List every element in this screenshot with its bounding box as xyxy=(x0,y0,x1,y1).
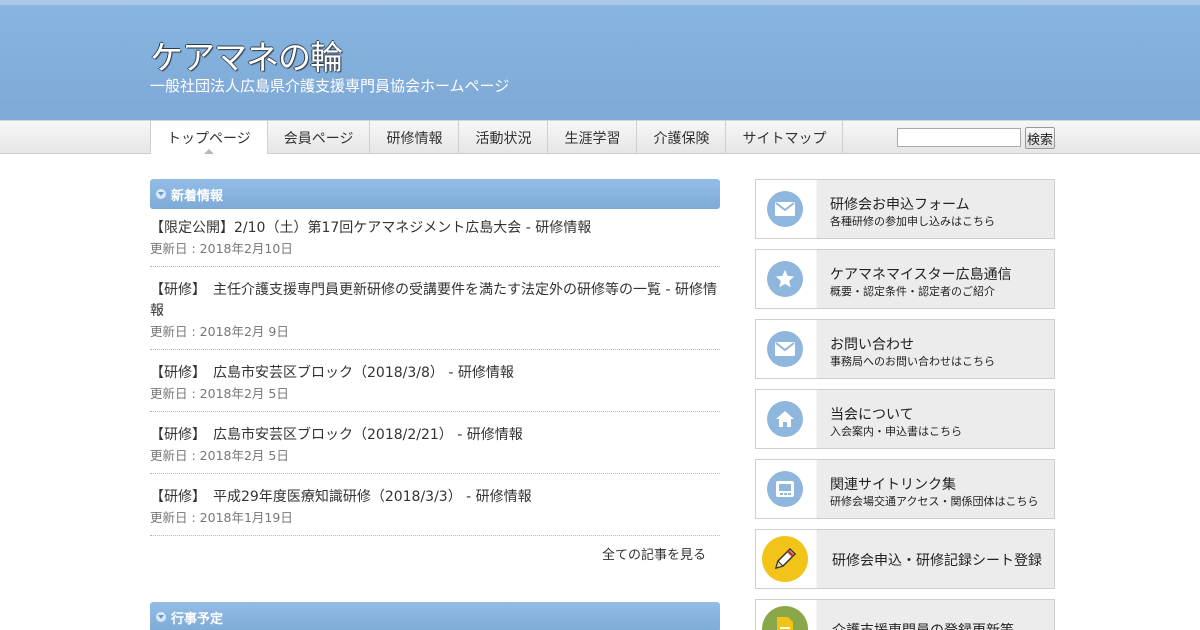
nav-item-top[interactable]: トップページ xyxy=(150,121,268,154)
pencil-icon xyxy=(762,536,808,582)
banner-title: ケアマネマイスター広島通信 xyxy=(830,267,1012,283)
news-item-link[interactable]: 【研修】 主任介護支援専門員更新研修の受講要件を満たす法定外の研修等の一覧 - … xyxy=(150,280,720,322)
site-title[interactable]: ケアマネの輪 xyxy=(150,31,343,79)
banner-caremane-meister[interactable]: ケアマネマイスター広島通信 概要・認定条件・認定者のご紹介 xyxy=(755,249,1055,309)
banner-desc: 入会案内・申込書はこちら xyxy=(830,425,962,438)
nav-item-sitemap[interactable]: サイトマップ xyxy=(726,121,844,154)
nav-item-training[interactable]: 研修情報 xyxy=(370,121,460,154)
banner-title: お問い合わせ xyxy=(830,337,914,353)
site-subtitle: 一般社団法人広島県介護支援専門員協会ホームページ xyxy=(150,77,510,95)
news-item: 【研修】 主任介護支援専門員更新研修の受講要件を満たす法定外の研修等の一覧 - … xyxy=(150,276,720,350)
envelope-icon xyxy=(767,191,803,227)
nav-item-care-insurance[interactable]: 介護保険 xyxy=(637,121,727,154)
banner-contact[interactable]: お問い合わせ 事務局へのお問い合わせはこちら xyxy=(755,319,1055,379)
news-item-link[interactable]: 【研修】 広島市安芸区ブロック（2018/3/8） - 研修情報 xyxy=(150,363,720,384)
global-nav: トップページ 会員ページ 研修情報 活動状況 生涯学習 介護保険 サイトマップ … xyxy=(0,120,1200,154)
events-heading: 行事予定 xyxy=(171,611,224,627)
banner-related-links[interactable]: 関連サイトリンク集 研修会場交通アクセス・関係団体はこちら xyxy=(755,459,1055,519)
banner-training-record-sheet[interactable]: 研修会申込・研修記録シート登録 xyxy=(755,529,1055,589)
nav-item-members[interactable]: 会員ページ xyxy=(268,121,371,154)
screen-icon xyxy=(767,471,803,507)
search-button[interactable]: 検索 xyxy=(1025,127,1055,149)
news-item: 【研修】 平成29年度医療知識研修（2018/3/3） - 研修情報 更新日 :… xyxy=(150,483,720,536)
home-icon xyxy=(767,401,803,437)
banner-title: 介護支援専門員の登録更新等 xyxy=(832,620,1014,630)
nav-item-activities[interactable]: 活動状況 xyxy=(459,121,549,154)
envelope-icon xyxy=(767,331,803,367)
banner-title: 関連サイトリンク集 xyxy=(830,477,956,493)
news-item-link[interactable]: 【研修】 広島市安芸区ブロック（2018/2/21） - 研修情報 xyxy=(150,425,720,446)
news-list: 【限定公開】2/10（土）第17回ケアマネジメント広島大会 - 研修情報 更新日… xyxy=(150,214,720,545)
nav-item-lifelong-learning[interactable]: 生涯学習 xyxy=(548,121,638,154)
news-item-link[interactable]: 【研修】 平成29年度医療知識研修（2018/3/3） - 研修情報 xyxy=(150,487,720,508)
banner-desc: 事務局へのお問い合わせはこちら xyxy=(830,355,995,368)
news-item-date: 更新日 : 2018年2月 5日 xyxy=(150,386,289,401)
news-heading: 新着情報 xyxy=(171,188,224,204)
events-section-header: 行事予定 xyxy=(150,602,720,630)
banner-title: 研修会申込・研修記録シート登録 xyxy=(832,553,1042,569)
news-item: 【研修】 広島市安芸区ブロック（2018/3/8） - 研修情報 更新日 : 2… xyxy=(150,359,720,412)
star-icon xyxy=(767,261,803,297)
news-item: 【限定公開】2/10（土）第17回ケアマネジメント広島大会 - 研修情報 更新日… xyxy=(150,214,720,267)
banner-registration-renewal[interactable]: 介護支援専門員の登録更新等 xyxy=(755,599,1055,630)
news-item: 【研修】 広島市安芸区ブロック（2018/2/21） - 研修情報 更新日 : … xyxy=(150,421,720,474)
site-header: ケアマネの輪 一般社団法人広島県介護支援専門員協会ホームページ xyxy=(0,0,1200,120)
banner-desc: 研修会場交通アクセス・関係団体はこちら xyxy=(830,495,1039,508)
chevron-down-icon xyxy=(156,612,166,622)
document-icon xyxy=(762,606,808,630)
news-item-date: 更新日 : 2018年2月 5日 xyxy=(150,448,289,463)
news-item-date: 更新日 : 2018年2月10日 xyxy=(150,241,293,256)
nav-items: トップページ 会員ページ 研修情報 活動状況 生涯学習 介護保険 サイトマップ xyxy=(150,121,844,154)
news-item-link[interactable]: 【限定公開】2/10（土）第17回ケアマネジメント広島大会 - 研修情報 xyxy=(150,218,720,239)
search-input[interactable] xyxy=(897,128,1021,147)
chevron-down-icon xyxy=(156,189,166,199)
news-item-date: 更新日 : 2018年2月 9日 xyxy=(150,324,289,339)
banner-title: 研修会お申込フォーム xyxy=(830,197,970,213)
news-item-date: 更新日 : 2018年1月19日 xyxy=(150,510,293,525)
banner-desc: 各種研修の参加申し込みはこちら xyxy=(830,215,995,228)
all-articles-link[interactable]: 全ての記事を見る xyxy=(602,544,706,563)
banner-training-application[interactable]: 研修会お申込フォーム 各種研修の参加申し込みはこちら xyxy=(755,179,1055,239)
news-section-header: 新着情報 xyxy=(150,179,720,209)
banner-about[interactable]: 当会について 入会案内・申込書はこちら xyxy=(755,389,1055,449)
banner-desc: 概要・認定条件・認定者のご紹介 xyxy=(830,285,995,298)
banner-title: 当会について xyxy=(830,407,914,423)
